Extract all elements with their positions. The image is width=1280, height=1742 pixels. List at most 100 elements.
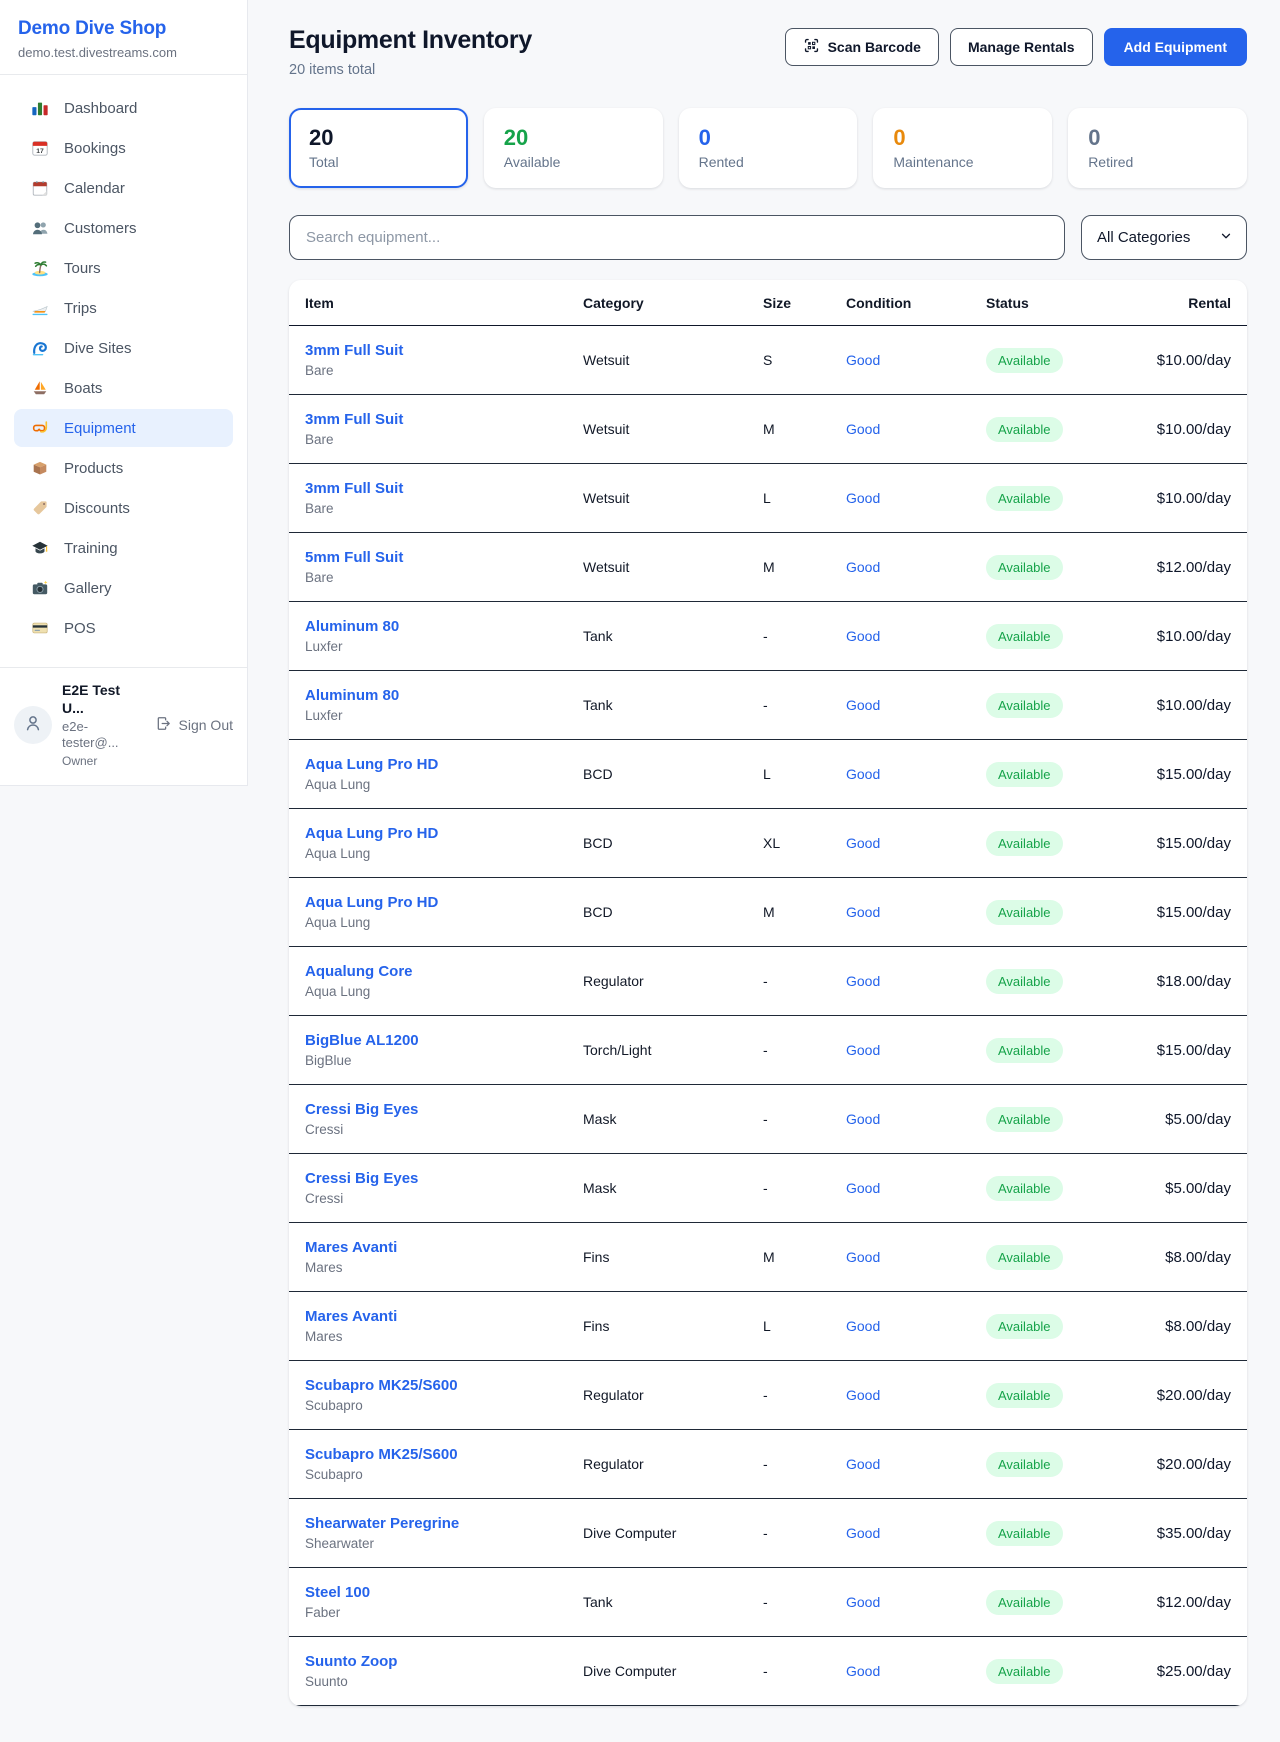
sidebar-item[interactable]: POS [14, 609, 233, 647]
status-badge: Available [986, 624, 1063, 649]
item-cell: Aqua Lung Pro HD Aqua Lung [305, 894, 583, 930]
sidebar-item[interactable]: Products [14, 449, 233, 487]
condition-link[interactable]: Good [846, 628, 986, 644]
condition-link[interactable]: Good [846, 421, 986, 437]
stat-label: Rented [699, 154, 838, 170]
stat-card[interactable]: 0 Retired [1068, 108, 1247, 188]
item-name-link[interactable]: Scubapro MK25/S600 [305, 1446, 583, 1463]
sidebar-item[interactable]: Training [14, 529, 233, 567]
table-row: 3mm Full Suit Bare Wetsuit S Good Availa… [289, 326, 1247, 395]
status-badge: Available [986, 348, 1063, 373]
rental-price-cell: $12.00/day [1146, 559, 1231, 576]
condition-link[interactable]: Good [846, 1111, 986, 1127]
condition-link[interactable]: Good [846, 1387, 986, 1403]
condition-link[interactable]: Good [846, 766, 986, 782]
item-brand: Aqua Lung [305, 984, 583, 999]
status-cell: Available [986, 1245, 1146, 1270]
item-brand: Cressi [305, 1122, 583, 1137]
item-name-link[interactable]: 3mm Full Suit [305, 342, 583, 359]
sidebar-item[interactable]: 17 Bookings [14, 129, 233, 167]
condition-link[interactable]: Good [846, 490, 986, 506]
stat-card[interactable]: 20 Total [289, 108, 468, 188]
category-select[interactable]: All Categories [1081, 215, 1247, 260]
rental-price-cell: $10.00/day [1146, 697, 1231, 714]
status-cell: Available [986, 1590, 1146, 1615]
size-cell: M [763, 421, 846, 437]
status-badge: Available [986, 900, 1063, 925]
stat-card[interactable]: 0 Maintenance [873, 108, 1052, 188]
category-cell: Wetsuit [583, 559, 763, 575]
add-equipment-button[interactable]: Add Equipment [1104, 28, 1247, 66]
barcode-scan-icon [803, 37, 820, 57]
user-email: e2e-tester@... [62, 719, 145, 752]
size-cell: - [763, 628, 846, 644]
stat-label: Retired [1088, 154, 1227, 170]
add-equipment-label: Add Equipment [1124, 39, 1227, 55]
condition-link[interactable]: Good [846, 1456, 986, 1472]
item-brand: Aqua Lung [305, 777, 583, 792]
sidebar-item[interactable]: Equipment [14, 409, 233, 447]
scan-barcode-button[interactable]: Scan Barcode [785, 28, 939, 66]
sidebar-item[interactable]: Trips [14, 289, 233, 327]
category-cell: Tank [583, 1594, 763, 1610]
status-badge: Available [986, 1452, 1063, 1477]
sidebar-item[interactable]: Boats [14, 369, 233, 407]
item-name-link[interactable]: Mares Avanti [305, 1239, 583, 1256]
condition-link[interactable]: Good [846, 904, 986, 920]
condition-link[interactable]: Good [846, 697, 986, 713]
item-name-link[interactable]: Cressi Big Eyes [305, 1101, 583, 1118]
sidebar-item[interactable]: Customers [14, 209, 233, 247]
svg-text:17: 17 [36, 148, 44, 155]
item-name-link[interactable]: Mares Avanti [305, 1308, 583, 1325]
item-name-link[interactable]: Aluminum 80 [305, 618, 583, 635]
condition-link[interactable]: Good [846, 973, 986, 989]
category-cell: Wetsuit [583, 352, 763, 368]
rental-price-cell: $15.00/day [1146, 904, 1231, 921]
condition-link[interactable]: Good [846, 352, 986, 368]
item-name-link[interactable]: Aluminum 80 [305, 687, 583, 704]
condition-link[interactable]: Good [846, 1318, 986, 1334]
stat-card[interactable]: 0 Rented [679, 108, 858, 188]
item-name-link[interactable]: BigBlue AL1200 [305, 1032, 583, 1049]
item-name-link[interactable]: Aqualung Core [305, 963, 583, 980]
sidebar-item[interactable]: Dashboard [14, 89, 233, 127]
status-badge: Available [986, 1107, 1063, 1132]
column-header-size: Size [763, 295, 846, 311]
condition-link[interactable]: Good [846, 1249, 986, 1265]
condition-link[interactable]: Good [846, 1594, 986, 1610]
item-name-link[interactable]: Suunto Zoop [305, 1653, 583, 1670]
size-cell: M [763, 904, 846, 920]
status-badge: Available [986, 1038, 1063, 1063]
sidebar-item[interactable]: Discounts [14, 489, 233, 527]
item-name-link[interactable]: Aqua Lung Pro HD [305, 894, 583, 911]
category-cell: Wetsuit [583, 421, 763, 437]
item-name-link[interactable]: Steel 100 [305, 1584, 583, 1601]
stat-card[interactable]: 20 Available [484, 108, 663, 188]
item-name-link[interactable]: Aqua Lung Pro HD [305, 825, 583, 842]
rental-price-cell: $5.00/day [1146, 1180, 1231, 1197]
category-cell: Regulator [583, 1456, 763, 1472]
condition-link[interactable]: Good [846, 1525, 986, 1541]
manage-rentals-button[interactable]: Manage Rentals [950, 28, 1093, 66]
user-name: E2E Test U... [62, 682, 145, 717]
item-name-link[interactable]: Scubapro MK25/S600 [305, 1377, 583, 1394]
brand-name[interactable]: Demo Dive Shop [18, 18, 229, 40]
item-name-link[interactable]: 3mm Full Suit [305, 411, 583, 428]
sidebar-item[interactable]: Gallery [14, 569, 233, 607]
condition-link[interactable]: Good [846, 1042, 986, 1058]
item-name-link[interactable]: 5mm Full Suit [305, 549, 583, 566]
item-name-link[interactable]: Aqua Lung Pro HD [305, 756, 583, 773]
sidebar-item[interactable]: Calendar [14, 169, 233, 207]
sign-out-button[interactable]: Sign Out [155, 715, 233, 735]
item-name-link[interactable]: 3mm Full Suit [305, 480, 583, 497]
item-name-link[interactable]: Cressi Big Eyes [305, 1170, 583, 1187]
condition-link[interactable]: Good [846, 559, 986, 575]
item-name-link[interactable]: Shearwater Peregrine [305, 1515, 583, 1532]
condition-link[interactable]: Good [846, 1663, 986, 1679]
condition-link[interactable]: Good [846, 835, 986, 851]
sidebar-item[interactable]: Tours [14, 249, 233, 287]
sidebar-item[interactable]: Dive Sites [14, 329, 233, 367]
item-brand: Luxfer [305, 639, 583, 654]
condition-link[interactable]: Good [846, 1180, 986, 1196]
search-input[interactable] [289, 215, 1065, 260]
